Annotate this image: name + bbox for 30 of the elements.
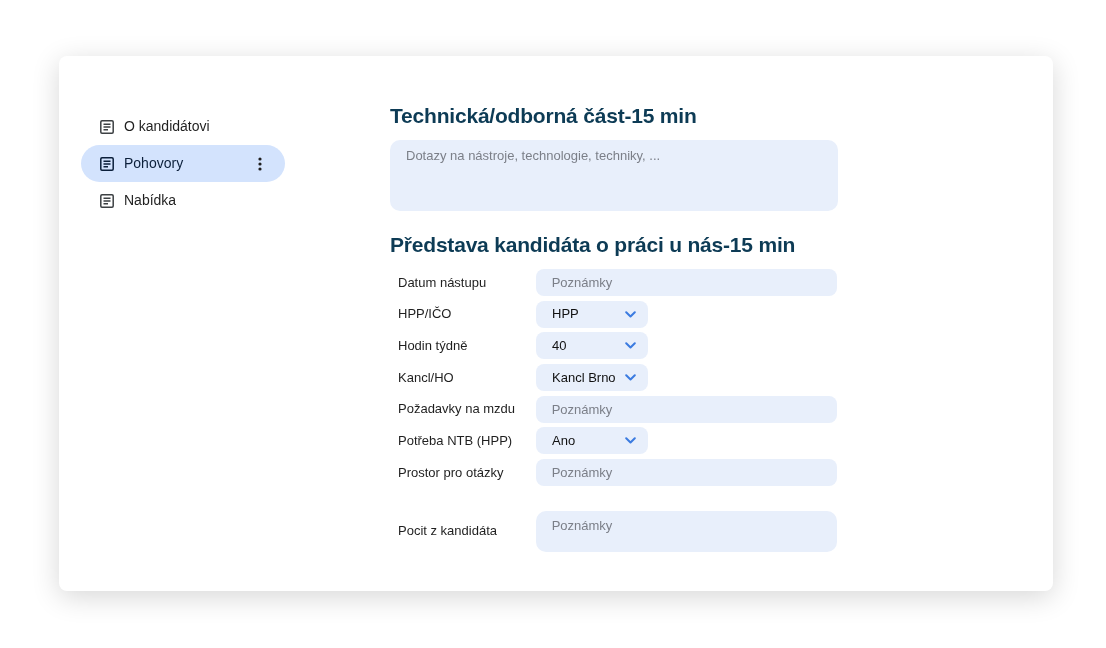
chevron-down-icon [625, 437, 636, 445]
sidebar-item[interactable]: O kandidátovi [81, 108, 285, 145]
dropdown[interactable]: Ano [536, 427, 648, 455]
chevron-down-icon [625, 310, 636, 318]
notes-input[interactable]: Poznámky [535, 458, 837, 486]
document-icon [100, 119, 114, 134]
sidebar-item[interactable]: Nabídka [81, 182, 285, 219]
chevron-down-icon [625, 342, 636, 350]
field-label: Potřeba NTB (HPP) [397, 432, 514, 451]
chevron-down-icon [625, 373, 636, 381]
dropdown[interactable]: Kancl Brno [536, 363, 648, 391]
field-label: Datum nástupu [397, 273, 488, 292]
field-label: Hodin týdně [397, 337, 469, 356]
document-icon [100, 156, 114, 171]
field-label: Požadavky na mzdu [397, 400, 517, 419]
document-icon [100, 193, 114, 208]
notes-field[interactable]: Poznámky [535, 510, 837, 552]
field-label: Pocit z kandidáta [397, 522, 498, 541]
field-label: HPP/IČO [397, 305, 453, 324]
field-label: Prostor pro otázky [397, 463, 505, 482]
notes-input[interactable]: Poznámky [535, 269, 837, 296]
more-options-icon[interactable] [258, 156, 262, 171]
section-heading: Technická/odborná část-15 min [390, 103, 698, 129]
dropdown[interactable]: 40 [536, 332, 648, 360]
notes-field[interactable]: Dotazy na nástroje, technologie, techniky, ... [390, 140, 838, 211]
field-label: Kancl/HO [397, 368, 455, 387]
section-heading: Představa kandidáta o práci u nás-15 min [390, 232, 797, 258]
sidebar-item[interactable]: Pohovory [81, 145, 285, 182]
notes-input[interactable]: Poznámky [535, 395, 837, 423]
dropdown[interactable]: HPP [536, 300, 648, 328]
